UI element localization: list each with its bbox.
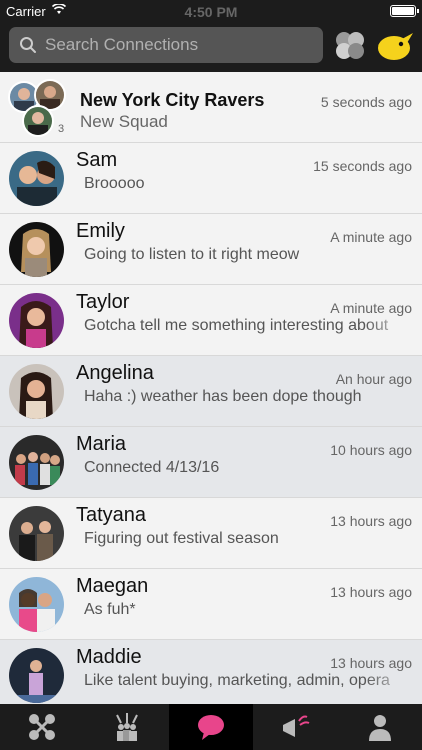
message-timestamp: A minute ago	[330, 229, 412, 245]
profile-icon	[368, 715, 391, 741]
network-icon	[29, 714, 56, 740]
chat-bubble-icon	[198, 715, 225, 740]
last-message: Going to listen to it right meow	[84, 246, 300, 263]
message-timestamp: 13 hours ago	[330, 655, 412, 671]
crowd-icon	[115, 713, 138, 741]
avatar	[9, 364, 64, 419]
search-icon	[20, 37, 36, 53]
group-subtitle: New Squad	[80, 112, 168, 131]
connection-row[interactable]: Tatyana Figuring out festival season 13 …	[0, 498, 422, 569]
group-name: New York City Ravers	[80, 90, 265, 110]
contact-name: Tatyana	[76, 504, 147, 526]
contact-name: Maddie	[76, 646, 142, 668]
group-row[interactable]: 3 New York City Ravers New Squad 5 secon…	[0, 72, 422, 143]
last-message: Gotcha tell me something interesting abo…	[84, 317, 389, 334]
avatar	[9, 435, 64, 490]
megaphone-icon	[283, 715, 310, 737]
contact-name: Angelina	[76, 362, 154, 384]
last-message: Haha :) weather has been dope though	[84, 388, 362, 405]
tab-network[interactable]	[0, 704, 84, 750]
search-bar[interactable]	[9, 27, 323, 63]
tab-broadcast[interactable]	[253, 704, 337, 750]
last-message: Brooooo	[84, 175, 145, 192]
tab-chat[interactable]	[168, 704, 254, 750]
avatar	[9, 648, 64, 703]
connection-row[interactable]: Maria Connected 4/13/16 10 hours ago	[0, 427, 422, 498]
avatar	[9, 151, 64, 206]
top-bar: Carrier 4:50 PM	[0, 0, 422, 72]
tab-crowd[interactable]	[84, 704, 168, 750]
contact-name: Emily	[76, 220, 125, 242]
group-avatar: 3	[8, 79, 72, 139]
message-timestamp: An hour ago	[335, 371, 412, 387]
connection-row[interactable]: Emily Going to listen to it right meow A…	[0, 214, 422, 285]
connection-row[interactable]: Maegan As fuh* 13 hours ago	[0, 569, 422, 640]
avatar	[9, 506, 64, 561]
avatar	[9, 222, 64, 277]
avatar	[9, 577, 64, 632]
last-message: Figuring out festival season	[84, 530, 279, 547]
search-input[interactable]	[45, 35, 305, 55]
contact-name: Taylor	[76, 291, 130, 313]
connection-row[interactable]: Taylor Gotcha tell me something interest…	[0, 285, 422, 356]
avatar	[9, 293, 64, 348]
tab-bar	[0, 704, 422, 750]
connections-list[interactable]: 3 New York City Ravers New Squad 5 secon…	[0, 72, 422, 704]
connection-row[interactable]: Angelina Haha :) weather has been dope t…	[0, 356, 422, 427]
message-timestamp: 13 hours ago	[330, 584, 412, 600]
connection-row[interactable]: Sam Brooooo 15 seconds ago	[0, 143, 422, 214]
yellow-duck-icon[interactable]	[376, 29, 414, 61]
contact-name: Maegan	[76, 575, 149, 597]
contact-name: Maria	[76, 433, 127, 455]
group-timestamp: 5 seconds ago	[320, 94, 412, 110]
message-timestamp: 10 hours ago	[330, 442, 412, 458]
status-time: 4:50 PM	[184, 4, 238, 20]
contact-name: Sam	[76, 149, 118, 171]
message-timestamp: A minute ago	[330, 300, 412, 316]
tab-profile[interactable]	[338, 704, 422, 750]
status-bar: Carrier 4:50 PM	[0, 0, 422, 22]
member-avatar	[22, 105, 54, 137]
last-message: As fuh*	[84, 601, 136, 618]
message-timestamp: 15 seconds ago	[313, 158, 412, 174]
battery-icon	[390, 5, 419, 17]
member-count-badge: 3	[58, 123, 65, 135]
circles-group-icon[interactable]	[333, 29, 367, 61]
last-message: Like talent buying, marketing, admin, op…	[84, 672, 390, 689]
connection-row[interactable]: Maddie Like talent buying, marketing, ad…	[0, 640, 422, 704]
last-message: Connected 4/13/16	[84, 459, 220, 476]
message-timestamp: 13 hours ago	[330, 513, 412, 529]
